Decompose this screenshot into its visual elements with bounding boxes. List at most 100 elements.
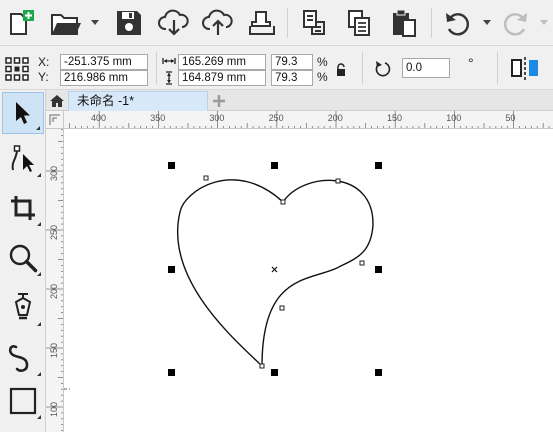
zoom-tool[interactable] (2, 237, 44, 279)
path-nodes (203, 175, 365, 369)
ruler-label: 50 (505, 113, 516, 123)
selection-handle-top[interactable] (271, 162, 278, 169)
ruler-origin-icon (49, 114, 60, 125)
undo-button[interactable] (439, 5, 475, 41)
vertical-ruler[interactable]: 300 250 200 150 100 (46, 129, 64, 432)
copy-properties-icon (303, 10, 325, 35)
node-handle[interactable] (279, 305, 285, 311)
ruler-label: 300 (209, 113, 225, 123)
drawing-canvas[interactable] (64, 129, 553, 432)
selection-handle-bottom[interactable] (271, 369, 278, 376)
cloud-upload-icon (202, 9, 233, 35)
rectangle-tool[interactable] (2, 380, 44, 422)
node-handle[interactable] (280, 199, 286, 205)
save-button[interactable] (111, 5, 147, 41)
flyout-indicator (37, 415, 41, 419)
height-field[interactable]: 164.879 mm (178, 70, 266, 86)
pick-tool[interactable] (2, 92, 44, 134)
x-position-field[interactable]: -251.375 mm (60, 54, 148, 70)
ruler-label: 100 (49, 401, 59, 417)
y-position-field[interactable]: 216.986 mm (60, 70, 148, 86)
welcome-home-button[interactable] (46, 90, 68, 111)
open-dropdown-icon[interactable] (91, 20, 99, 26)
pen-nib-icon (14, 293, 32, 320)
mirror-horizontal-icon[interactable] (509, 55, 541, 83)
freehand-tool[interactable] (2, 337, 44, 379)
selection-handle-right[interactable] (375, 266, 382, 273)
ruler-label: 150 (387, 113, 403, 123)
document-tab-bar: 未命名 -1* (46, 90, 553, 111)
redo-dropdown-icon[interactable] (540, 20, 548, 26)
ruler-label: 250 (268, 113, 284, 123)
node-handle[interactable] (203, 175, 209, 181)
home-icon (50, 94, 64, 107)
propbar-separator (156, 52, 157, 84)
rotate-icon (375, 61, 391, 77)
magnifier-icon (9, 244, 38, 273)
y-label: Y: (38, 70, 49, 84)
ruler-label: 300 (49, 165, 59, 181)
copy-button[interactable] (341, 5, 377, 41)
canvas-surface (64, 162, 382, 390)
x-label: X: (38, 55, 50, 69)
crop-icon (11, 196, 35, 220)
copy-properties-button[interactable] (296, 5, 332, 41)
scale-width-field[interactable]: 79.3 (271, 54, 313, 70)
ruler-label: 200 (327, 113, 343, 123)
flyout-indicator (36, 126, 40, 130)
undo-dropdown-icon[interactable] (483, 20, 491, 26)
cloud-download-icon (158, 9, 189, 36)
node-handle[interactable] (359, 260, 365, 266)
rotation-center-marker[interactable] (271, 266, 278, 273)
plus-icon (213, 94, 225, 107)
node-handle[interactable] (259, 363, 265, 369)
reference-point-icon[interactable] (4, 56, 30, 82)
ruler-label: 400 (91, 113, 107, 123)
save-disk-icon (117, 11, 141, 35)
selection-handle-bottom-left[interactable] (168, 369, 175, 376)
rotation-angle-field[interactable]: 0.0 (402, 58, 450, 78)
publish-button[interactable] (244, 5, 280, 41)
shape-tool[interactable] (2, 138, 44, 180)
document-tab-title: 未命名 -1* (77, 94, 134, 108)
node-handle[interactable] (335, 178, 341, 184)
scale-height-field[interactable]: 79.3 (271, 70, 313, 86)
new-tab-button[interactable] (210, 92, 228, 109)
scale-height-unit: % (317, 70, 328, 84)
selection-handle-bottom-right[interactable] (375, 369, 382, 376)
export-button[interactable] (200, 5, 236, 41)
new-document-button[interactable] (3, 5, 39, 41)
width-field[interactable]: 165.269 mm (178, 54, 266, 70)
ruler-label: 250 (49, 224, 59, 240)
horizontal-ruler-ticks (69, 111, 550, 128)
new-document-icon (10, 10, 34, 35)
pen-tool[interactable] (2, 287, 44, 329)
propbar-separator (497, 52, 498, 84)
horizontal-ruler[interactable]: 400 350 300 250 200 150 100 50 (64, 111, 553, 129)
flyout-indicator (37, 222, 41, 226)
paste-button[interactable] (386, 5, 422, 41)
selection-handle-left[interactable] (168, 266, 175, 273)
flyout-indicator (37, 322, 41, 326)
heart-shape[interactable] (177, 179, 374, 368)
lock-ratio-icon[interactable] (335, 63, 347, 77)
paste-clipboard-icon (393, 9, 416, 37)
scale-width-unit: % (317, 55, 328, 69)
crop-tool[interactable] (2, 187, 44, 229)
rotation-degree-unit: ° (468, 55, 474, 71)
redo-button[interactable] (498, 5, 534, 41)
ruler-label: 100 (446, 113, 462, 123)
width-arrow-icon (162, 58, 176, 64)
open-button[interactable] (48, 5, 84, 41)
toolbar-separator (287, 8, 288, 38)
undo-icon (446, 13, 470, 36)
document-tab[interactable]: 未命名 -1* (68, 91, 208, 111)
ruler-origin-corner[interactable] (46, 111, 64, 129)
import-button[interactable] (156, 5, 192, 41)
selection-handle-top-right[interactable] (375, 162, 382, 169)
node-edit-icon (11, 145, 34, 172)
selection-handle-top-left[interactable] (168, 162, 175, 169)
ruler-label: 350 (150, 113, 166, 123)
height-arrow-icon (166, 71, 172, 85)
folder-open-icon (51, 14, 81, 35)
